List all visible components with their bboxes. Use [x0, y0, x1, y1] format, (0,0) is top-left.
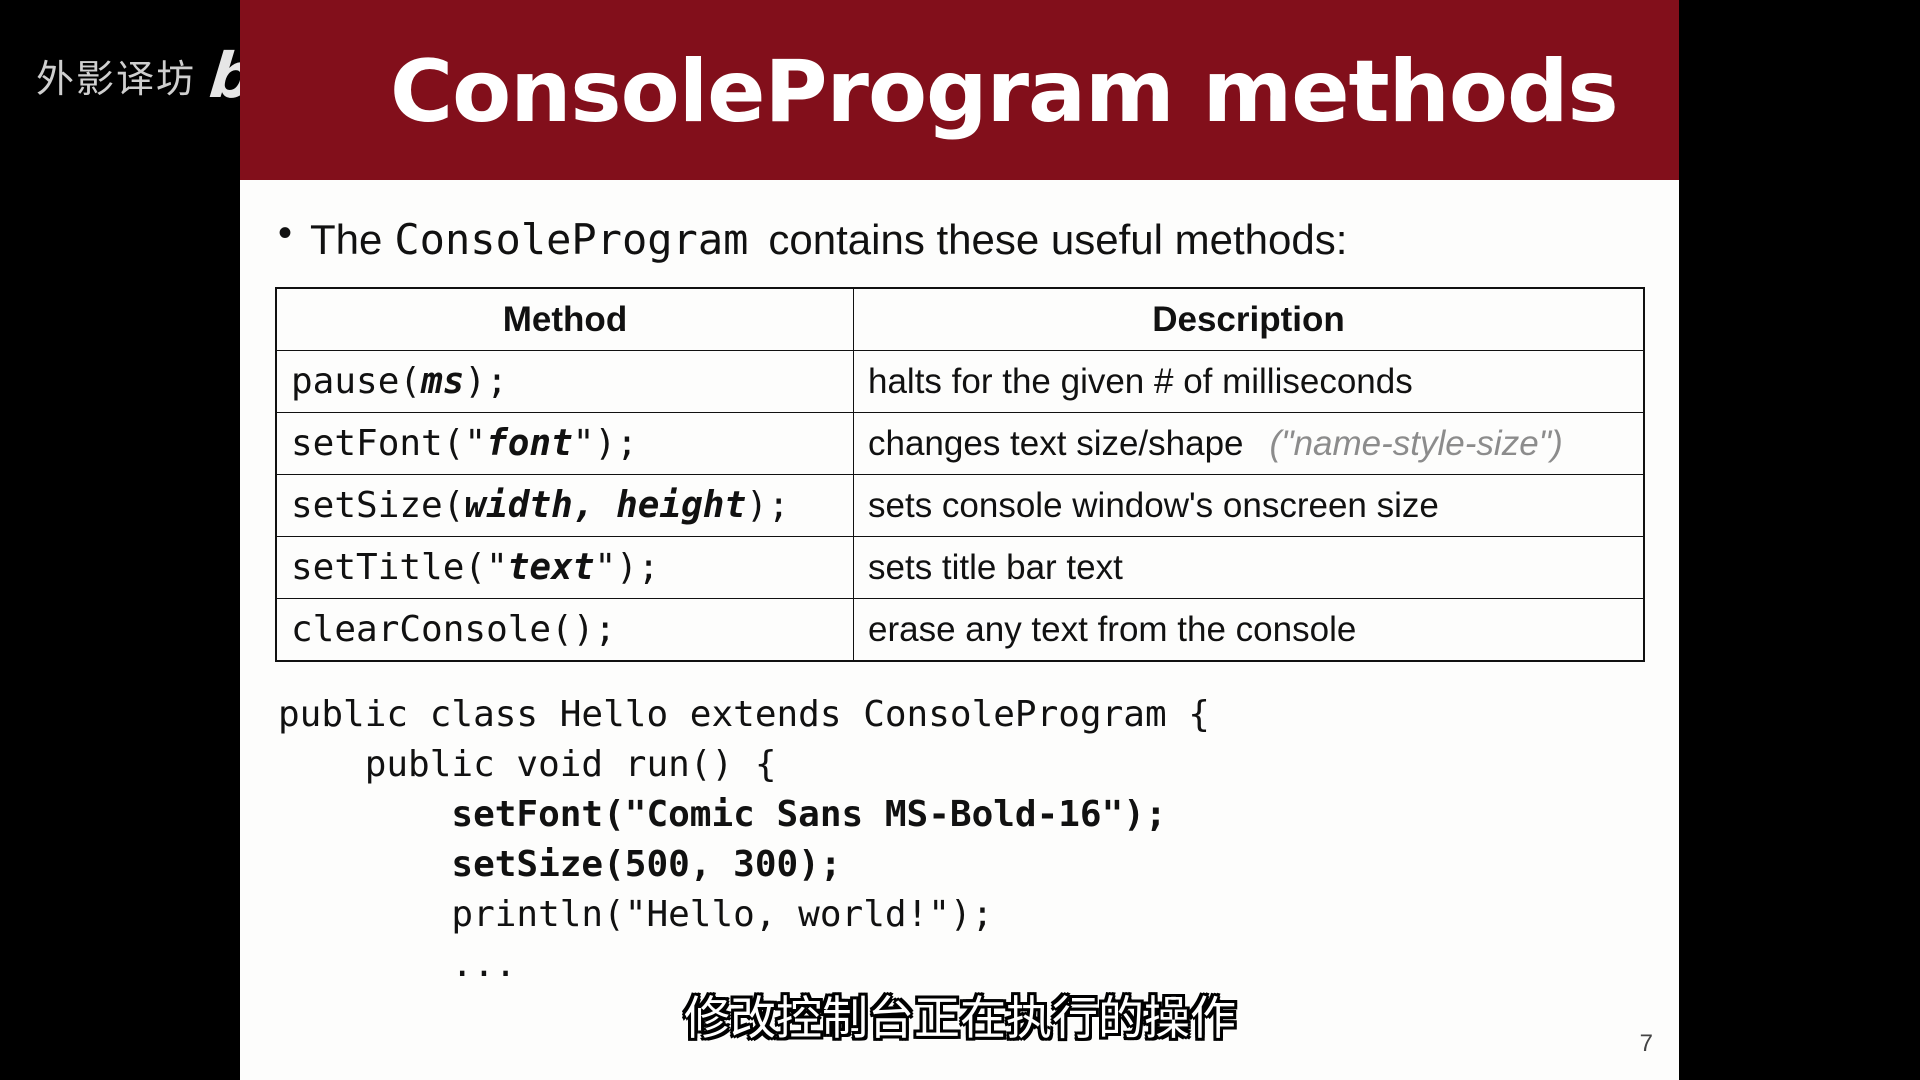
method-arg: ms: [421, 361, 465, 402]
method-arg: width, height: [464, 485, 747, 526]
description-cell: erase any text from the console: [853, 598, 1645, 662]
table-header-row: Method Description: [275, 287, 1645, 351]
table-row: pause(ms); halts for the given # of mill…: [275, 350, 1645, 413]
methods-table: Method Description pause(ms); halts for …: [275, 287, 1645, 662]
table-row: clearConsole(); erase any text from the …: [275, 598, 1645, 662]
description-text: changes text size/shape: [868, 423, 1244, 463]
method-cell: setTitle("text");: [275, 536, 854, 599]
bullet-code-classname: ConsoleProgram: [394, 215, 749, 264]
method-cell: clearConsole();: [275, 598, 854, 662]
code-line: public void run() {: [278, 744, 777, 785]
slide: ConsoleProgram methods • The ConsoleProg…: [240, 0, 1679, 1080]
slide-title: ConsoleProgram methods: [390, 42, 1619, 142]
method-cell: setSize(width, height);: [275, 474, 854, 537]
table-row: setFont("font"); changes text size/shape…: [275, 412, 1645, 475]
method-prefix: pause(: [291, 361, 422, 402]
code-line-highlighted: setFont("Comic Sans MS-Bold-16");: [278, 794, 1167, 835]
video-subtitle: 修改控制台正在执行的操作: [684, 991, 1236, 1045]
method-suffix: );: [746, 485, 790, 526]
header-description: Description: [853, 287, 1645, 351]
method-prefix: clearConsole();: [291, 609, 617, 650]
description-cell: sets title bar text: [853, 536, 1645, 599]
bullet-text-after: contains these useful methods:: [768, 216, 1348, 263]
bullet-text-before: The: [310, 216, 383, 263]
code-line: println("Hello, world!");: [278, 894, 994, 935]
description-note: ("name-style-size"): [1269, 423, 1563, 463]
method-suffix: );: [464, 361, 508, 402]
method-suffix: ");: [594, 547, 660, 588]
description-text: sets title bar text: [868, 547, 1123, 587]
bullet-dot-icon: •: [278, 211, 293, 255]
code-line: public class Hello extends ConsoleProgra…: [278, 694, 1210, 735]
description-cell: sets console window's onscreen size: [853, 474, 1645, 537]
method-cell: pause(ms);: [275, 350, 854, 413]
method-arg: font: [486, 423, 573, 464]
method-suffix: ");: [572, 423, 638, 464]
code-line-highlighted: setSize(500, 300);: [278, 844, 842, 885]
method-prefix: setSize(: [291, 485, 465, 526]
header-method: Method: [275, 287, 854, 351]
slide-header: ConsoleProgram methods: [240, 0, 1679, 180]
method-prefix: setTitle(": [291, 547, 508, 588]
method-cell: setFont("font");: [275, 412, 854, 475]
description-text: halts for the given # of milliseconds: [868, 361, 1413, 401]
description-text: sets console window's onscreen size: [868, 485, 1439, 525]
bullet-intro: • The ConsoleProgram contains these usef…: [278, 211, 1348, 264]
code-example: public class Hello extends ConsoleProgra…: [278, 690, 1210, 990]
table-row: setSize(width, height); sets console win…: [275, 474, 1645, 537]
method-prefix: setFont(": [291, 423, 487, 464]
watermark-channel-name: 外影译坊: [36, 56, 197, 101]
description-text: erase any text from the console: [868, 609, 1357, 649]
description-cell: halts for the given # of milliseconds: [853, 350, 1645, 413]
description-cell: changes text size/shape ("name-style-size…: [853, 412, 1645, 475]
method-arg: text: [507, 547, 595, 588]
table-row: setTitle("text"); sets title bar text: [275, 536, 1645, 599]
